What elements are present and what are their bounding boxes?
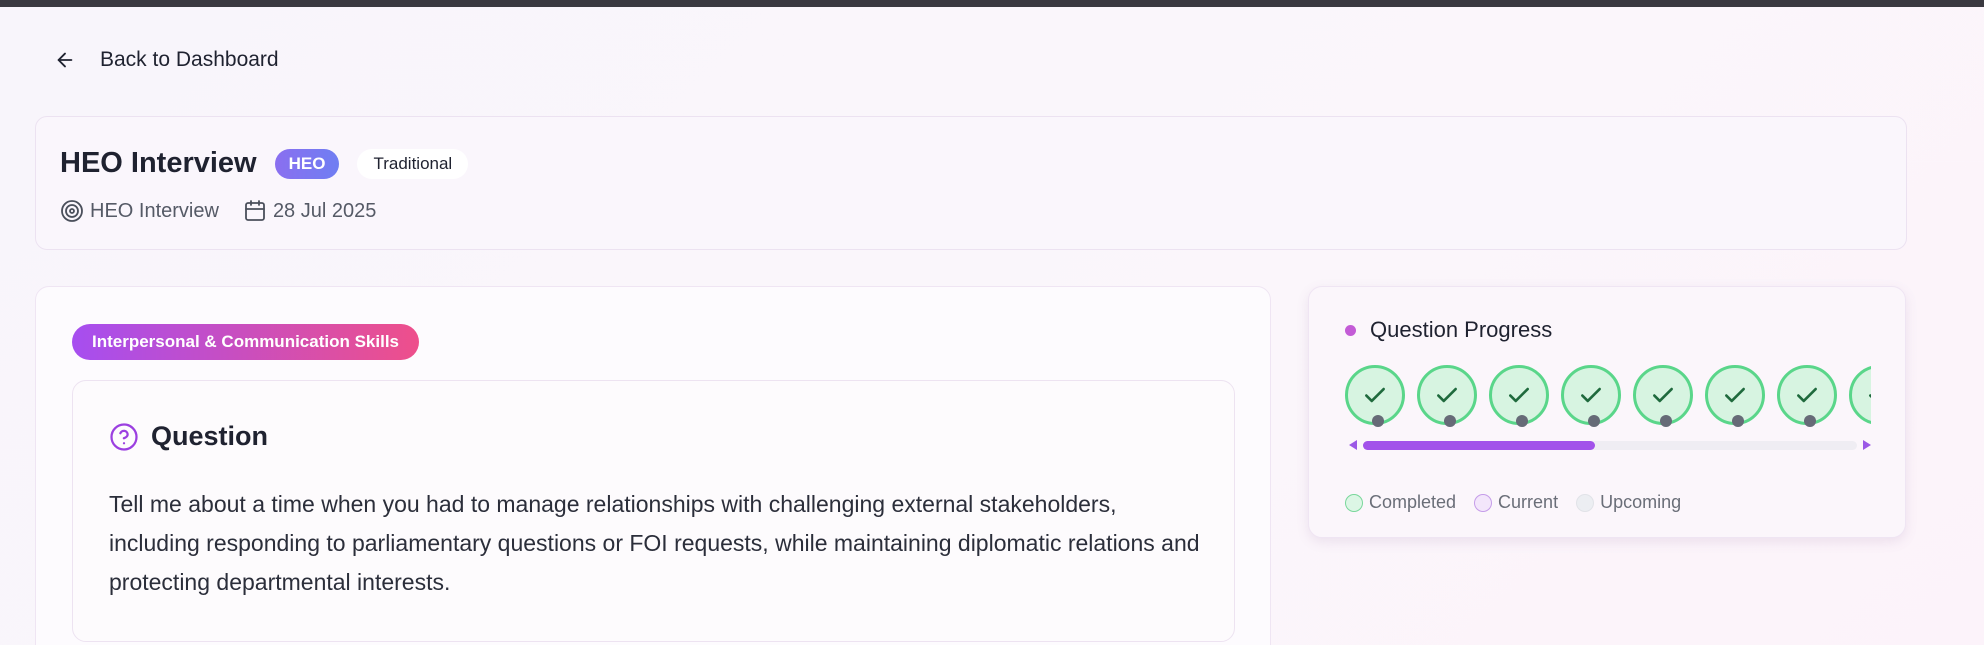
meta-date: 28 Jul 2025 (243, 199, 376, 223)
check-icon (1653, 387, 1673, 403)
current-swatch (1474, 493, 1493, 512)
check-icon (1797, 387, 1817, 403)
progress-steps (1345, 365, 1871, 435)
progress-step-8[interactable] (1849, 365, 1871, 425)
progress-legend: Completed Current Upcoming (1345, 492, 1681, 513)
progress-step-3[interactable] (1489, 365, 1549, 427)
calendar-icon (245, 200, 265, 221)
progress-step-4[interactable] (1561, 365, 1621, 427)
scroll-thumb[interactable] (1363, 441, 1596, 450)
window-top-bar (0, 0, 1984, 7)
progress-step-6[interactable] (1705, 365, 1765, 427)
scroll-left-arrow-icon[interactable] (1349, 440, 1357, 450)
legend-current-label: Current (1498, 492, 1559, 512)
back-to-dashboard-link[interactable]: Back to Dashboard (54, 44, 279, 76)
progress-step-5[interactable] (1633, 365, 1693, 427)
category-badge: Interpersonal & Communication Skills (72, 324, 420, 360)
grade-badge: HEO (274, 148, 340, 179)
page-title: HEO Interview (60, 147, 257, 179)
step-marker-dot (1588, 415, 1600, 427)
step-marker-dot (1804, 415, 1816, 427)
progress-step-2[interactable] (1417, 365, 1477, 427)
help-circle-icon (110, 422, 138, 451)
step-marker-dot (1372, 415, 1384, 427)
progress-heading-row: Question Progress (1345, 317, 1552, 343)
step-marker-dot (1732, 415, 1744, 427)
question-inner-card: Question Tell me about a time when you h… (72, 380, 1235, 642)
interview-header-card: HEO Interview HEO Traditional HEO Interv… (35, 116, 1907, 250)
legend-upcoming-label: Upcoming (1600, 492, 1682, 512)
step-marker-dot (1444, 415, 1456, 427)
meta-interview-name: HEO Interview (60, 199, 219, 223)
scroll-right-arrow-icon[interactable] (1863, 440, 1871, 450)
target-icon (61, 200, 83, 222)
heading-dot (1345, 324, 1356, 336)
upcoming-swatch (1576, 493, 1595, 512)
progress-scrollbar[interactable] (1349, 439, 1871, 451)
legend-completed-label: Completed (1369, 492, 1457, 512)
progress-heading: Question Progress (1370, 317, 1553, 342)
question-heading-row: Question (109, 421, 268, 452)
type-badge: Traditional (357, 148, 469, 179)
scroll-track[interactable] (1363, 441, 1857, 450)
check-icon (1365, 387, 1385, 403)
progress-step-1[interactable] (1345, 365, 1405, 427)
meta-date-text: 28 Jul 2025 (272, 199, 377, 222)
meta-name-text: HEO Interview (90, 199, 219, 222)
step-marker-dot (1660, 415, 1672, 427)
check-icon (1509, 387, 1529, 403)
check-icon (1725, 387, 1745, 403)
question-heading: Question (151, 421, 269, 451)
arrow-left-icon (57, 52, 73, 68)
meta-row: HEO Interview 28 Jul 2025 (60, 199, 376, 223)
check-icon (1581, 387, 1601, 403)
back-label: Back to Dashboard (100, 48, 279, 71)
question-text: Tell me about a time when you had to man… (109, 491, 1200, 595)
progress-step-7[interactable] (1777, 365, 1837, 427)
completed-swatch (1345, 493, 1363, 512)
title-row: HEO Interview HEO Traditional (60, 147, 469, 180)
legend-completed: Completed (1345, 492, 1456, 513)
question-card: Interpersonal & Communication Skills Que… (35, 286, 1271, 645)
legend-upcoming: Upcoming (1576, 492, 1681, 513)
check-icon (1437, 387, 1457, 403)
legend-current: Current (1474, 492, 1558, 513)
question-progress-card: Question Progress Completed Current Upco… (1308, 286, 1906, 538)
check-icon (1869, 394, 1871, 399)
step-marker-dot (1516, 415, 1528, 427)
